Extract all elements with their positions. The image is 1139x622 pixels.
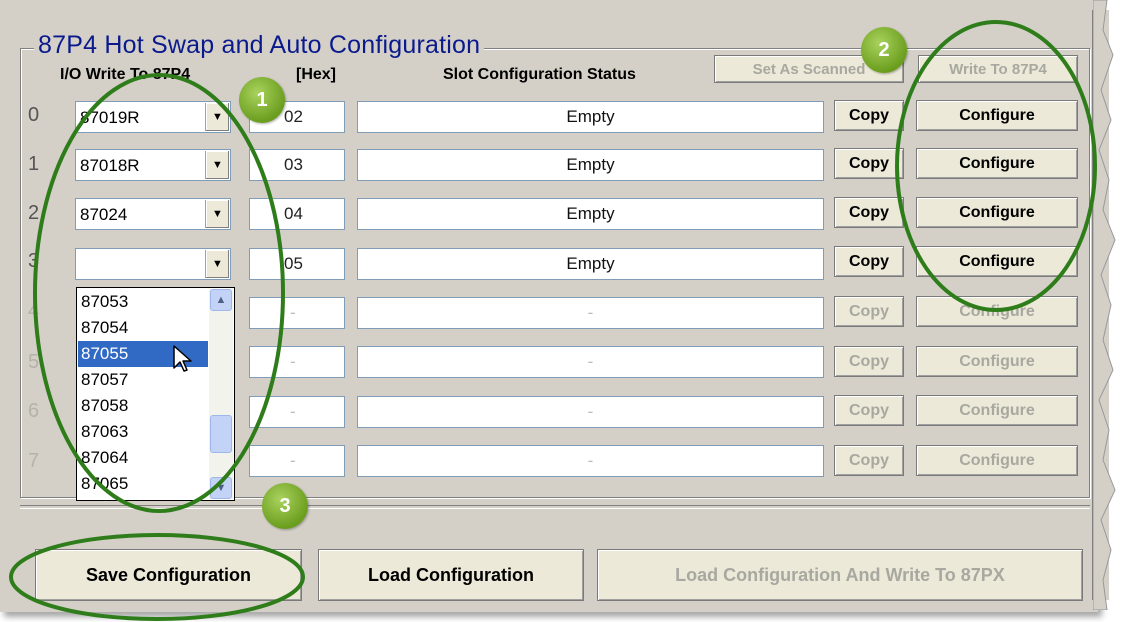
annotation-overlay	[9, 20, 1097, 621]
highlight-oval-configure	[895, 20, 1097, 312]
highlight-oval-dropdown	[33, 73, 285, 513]
step-badge-2: 2	[861, 27, 907, 73]
step-badge-1: 1	[239, 77, 285, 123]
step-badge-3: 3	[262, 483, 308, 529]
highlight-oval-save	[9, 533, 305, 621]
